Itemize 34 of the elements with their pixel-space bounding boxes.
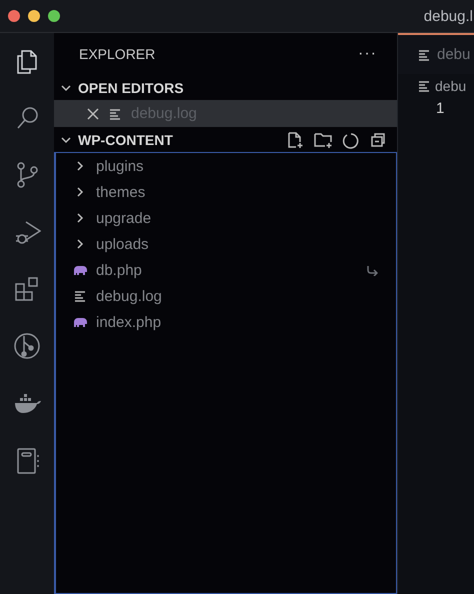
new-file-icon[interactable] (286, 130, 304, 148)
section-header[interactable]: OPEN EDITORS (54, 75, 397, 100)
section-header[interactable]: WP-CONTENT (54, 127, 397, 152)
close-icon[interactable] (87, 108, 99, 120)
refresh-icon[interactable] (342, 130, 360, 148)
sidebar-title: EXPLORER (79, 46, 156, 62)
line-number: 1 (435, 99, 446, 119)
lines-icon[interactable] (72, 290, 88, 302)
folder-name[interactable]: themes (96, 184, 146, 200)
lines-icon[interactable] (418, 48, 430, 60)
new-folder-icon[interactable] (313, 130, 333, 148)
file-name[interactable]: debug.log (96, 288, 162, 304)
blocks-icon[interactable] (13, 275, 41, 303)
editor-tab[interactable]: debu (398, 33, 474, 74)
folder-name[interactable]: upgrade (96, 210, 152, 226)
file-name[interactable]: db.php (96, 262, 142, 278)
symlink-arrow-icon[interactable] (366, 264, 378, 276)
elephant-icon[interactable] (72, 264, 88, 276)
folder-name[interactable]: plugins (96, 158, 144, 174)
window-title: debug.l (424, 8, 474, 24)
elephant-icon[interactable] (72, 316, 88, 328)
file-name[interactable]: index.php (96, 314, 162, 330)
breadcrumb[interactable]: debu (435, 78, 466, 94)
collapse-icon[interactable] (369, 130, 387, 148)
window-control-button[interactable] (48, 10, 60, 22)
lines-icon[interactable] (109, 108, 121, 120)
more-actions-button[interactable]: ··· (358, 45, 377, 63)
section-title: OPEN EDITORS (78, 80, 184, 96)
git-circle-icon[interactable] (13, 332, 41, 360)
lines-icon[interactable] (418, 80, 430, 92)
section-title: WP-CONTENT (78, 132, 173, 148)
folder-name[interactable]: uploads (96, 236, 149, 252)
window-control-button[interactable] (28, 10, 40, 22)
window-control-button[interactable] (8, 10, 20, 22)
